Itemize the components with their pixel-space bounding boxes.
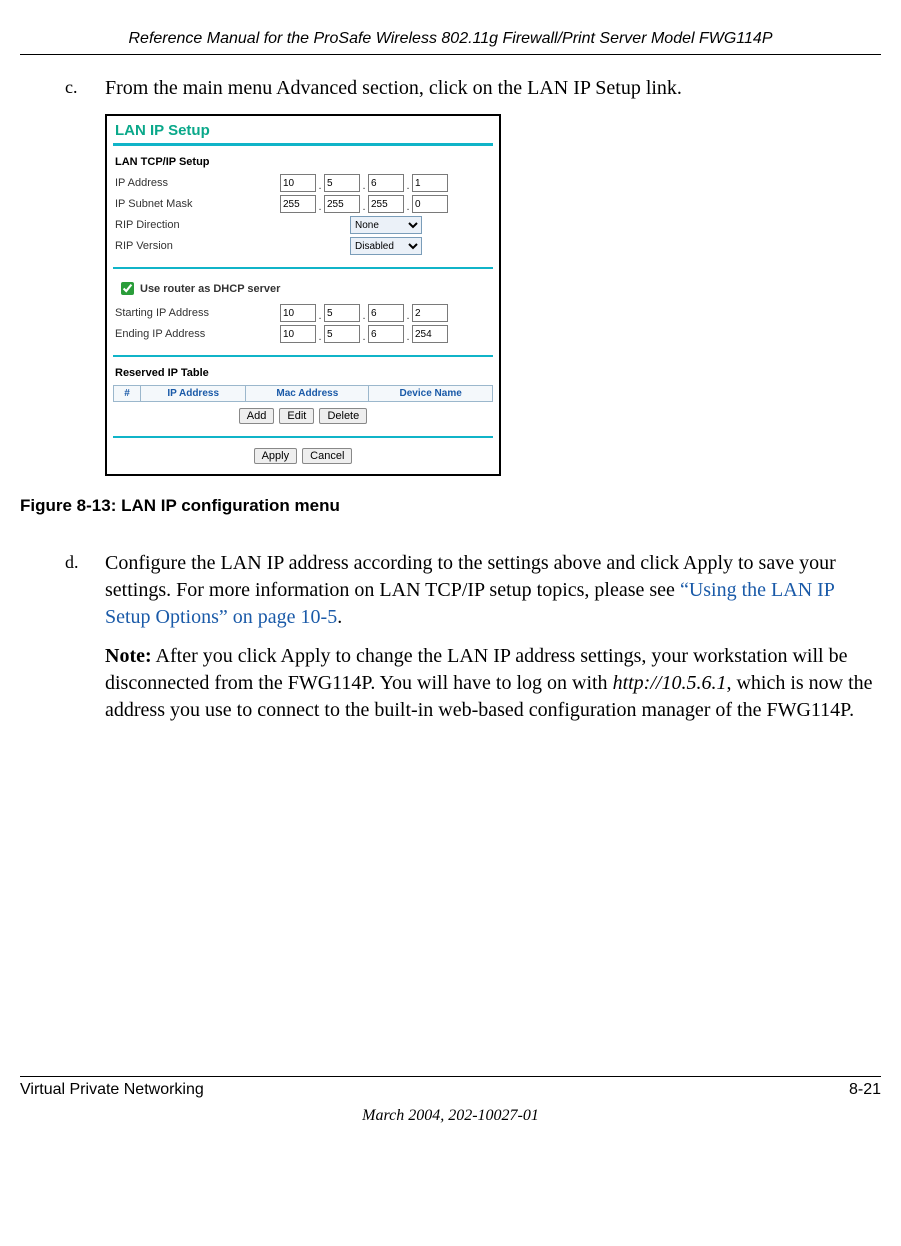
note-url: http://10.5.6.1 [613, 672, 727, 694]
figure-screenshot: LAN IP Setup LAN TCP/IP Setup IP Address… [105, 114, 881, 476]
step-d-body: Configure the LAN IP address according t… [105, 550, 881, 724]
divider [113, 355, 493, 357]
fig-title: LAN IP Setup [115, 122, 493, 139]
label-rip-direction: RIP Direction [113, 219, 350, 231]
delete-button[interactable]: Delete [319, 408, 367, 424]
subnet-2[interactable] [324, 195, 360, 213]
page-number: 8-21 [849, 1081, 881, 1099]
footer-date: March 2004, 202-10027-01 [20, 1107, 881, 1125]
col-ip: IP Address [141, 386, 246, 402]
ip-octet-4[interactable] [412, 174, 448, 192]
end-ip-4[interactable] [412, 325, 448, 343]
col-mac: Mac Address [246, 386, 369, 402]
start-ip-3[interactable] [368, 304, 404, 322]
col-num: # [114, 386, 141, 402]
header-rule [20, 54, 881, 55]
apply-button[interactable]: Apply [254, 448, 298, 464]
subnet-4[interactable] [412, 195, 448, 213]
ip-octet-3[interactable] [368, 174, 404, 192]
footer-row: Virtual Private Networking 8-21 [20, 1076, 881, 1099]
divider [113, 436, 493, 438]
reserved-heading: Reserved IP Table [115, 367, 493, 379]
rip-version-select[interactable]: Disabled [350, 237, 422, 255]
label-start-ip: Starting IP Address [113, 307, 280, 319]
step-c-marker: c. [65, 75, 105, 102]
note-label: Note: [105, 645, 152, 667]
figure-caption: Figure 8-13: LAN IP configuration menu [20, 496, 881, 516]
ip-octet-1[interactable] [280, 174, 316, 192]
step-c-text: From the main menu Advanced section, cli… [105, 75, 881, 102]
step-c: c. From the main menu Advanced section, … [20, 75, 881, 102]
add-button[interactable]: Add [239, 408, 275, 424]
subnet-1[interactable] [280, 195, 316, 213]
cancel-button[interactable]: Cancel [302, 448, 352, 464]
label-end-ip: Ending IP Address [113, 328, 280, 340]
step-d-marker: d. [65, 550, 105, 724]
label-rip-version: RIP Version [113, 240, 350, 252]
subnet-3[interactable] [368, 195, 404, 213]
footer-section: Virtual Private Networking [20, 1081, 204, 1099]
ip-octet-2[interactable] [324, 174, 360, 192]
step-d: d. Configure the LAN IP address accordin… [20, 550, 881, 724]
rip-direction-select[interactable]: None [350, 216, 422, 234]
edit-button[interactable]: Edit [279, 408, 314, 424]
label-dhcp: Use router as DHCP server [140, 283, 280, 295]
col-device: Device Name [369, 386, 493, 402]
dhcp-checkbox[interactable] [121, 282, 134, 295]
end-ip-2[interactable] [324, 325, 360, 343]
label-subnet: IP Subnet Mask [113, 198, 280, 210]
start-ip-1[interactable] [280, 304, 316, 322]
end-ip-3[interactable] [368, 325, 404, 343]
doc-header: Reference Manual for the ProSafe Wireles… [20, 30, 881, 48]
tcpip-heading: LAN TCP/IP Setup [115, 156, 493, 168]
reserved-ip-table: # IP Address Mac Address Device Name [113, 385, 493, 402]
divider [113, 143, 493, 146]
end-ip-1[interactable] [280, 325, 316, 343]
start-ip-4[interactable] [412, 304, 448, 322]
label-ip-address: IP Address [113, 177, 280, 189]
divider [113, 267, 493, 269]
start-ip-2[interactable] [324, 304, 360, 322]
step-d-p1-end: . [337, 606, 342, 628]
